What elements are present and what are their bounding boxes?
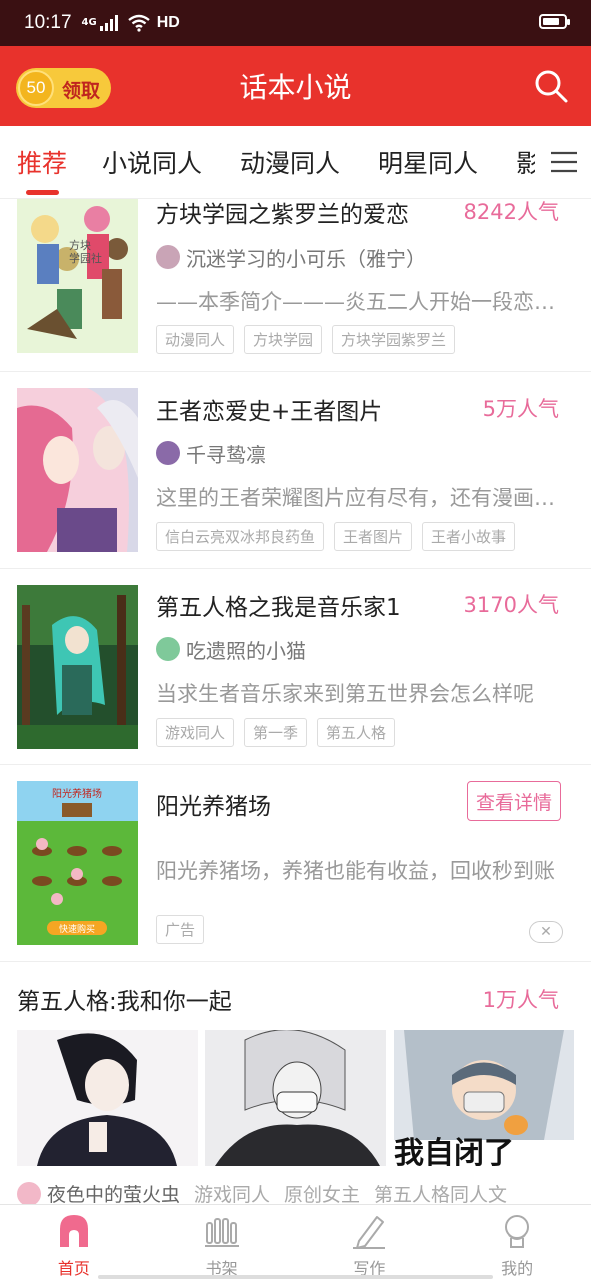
hd-indicator: HD [156, 14, 180, 31]
book-description: 这里的王者荣耀图片应有尽有，还有漫画故事 [156, 486, 561, 510]
tag[interactable]: 动漫同人 [156, 325, 235, 354]
status-time: 10:17 [24, 12, 72, 33]
nav-write[interactable]: 写作 [296, 1205, 444, 1281]
popularity-count: 3170人气 [463, 593, 559, 617]
author: 千寻鸷凛 [156, 440, 266, 467]
wifi-icon [127, 14, 150, 32]
book-title: 第五人格之我是音乐家1 [156, 595, 401, 621]
home-icon [59, 1215, 88, 1247]
ad-label: 广告 [156, 915, 205, 944]
book-description: ——本季简介———炎五二人开始一段恋情…… [156, 290, 561, 314]
ad-banner-text: 阳光养猪场 [52, 789, 102, 800]
profile-icon [505, 1215, 530, 1248]
tab-indicator [26, 190, 59, 195]
tag[interactable]: 方块学园 [244, 325, 323, 354]
tag-list: 信白云亮双冰邦良药鱼 王者图片 王者小故事 [156, 522, 516, 551]
nav-profile[interactable]: 我的 [443, 1205, 591, 1281]
book-cover [17, 585, 138, 749]
tag[interactable]: 游戏同人 [194, 1180, 270, 1207]
cover-caption: 方块 学园社 [69, 239, 102, 265]
popularity-count: 8242人气 [463, 200, 559, 224]
tag[interactable]: 第五人格同人文 [374, 1180, 507, 1207]
tag[interactable]: 游戏同人 [156, 718, 235, 747]
author: 吃遗照的小猫 [156, 636, 306, 663]
ad-description: 阳光养猪场，养猪也能有收益，回收秒到账 [156, 859, 555, 883]
category-tabs: 推荐 小说同人 动漫同人 明星同人 影视 [0, 126, 591, 199]
nav-bookshelf[interactable]: 书架 [148, 1205, 296, 1281]
search-icon[interactable] [533, 68, 569, 104]
featured-image-2[interactable] [205, 1030, 386, 1166]
signal-icon [99, 15, 118, 31]
ad-image: 阳光养猪场 快速购买 [17, 781, 138, 945]
tag[interactable]: 方块学园紫罗兰 [332, 325, 456, 354]
nav-home[interactable]: 首页 [0, 1205, 148, 1281]
bottom-navigation: 首页 书架 写作 我的 [0, 1204, 591, 1281]
network-type: 4G [81, 17, 97, 28]
more-tabs-button[interactable] [535, 126, 591, 198]
featured-image-caption: 我自闭了 [394, 1136, 514, 1167]
list-item[interactable]: 第五人格之我是音乐家1 3170人气 吃遗照的小猫 当求生者音乐家来到第五世界会… [0, 569, 591, 765]
tag[interactable]: 第一季 [244, 718, 308, 747]
tab-anime-fanfic[interactable]: 动漫同人 [240, 144, 340, 180]
status-bar: 10:17 4G HD [0, 0, 591, 46]
tag-list: 广告 [156, 915, 205, 944]
list-item[interactable]: 王者恋爱史+王者图片 5万人气 千寻鸷凛 这里的王者荣耀图片应有尽有，还有漫画故… [0, 372, 591, 569]
avatar [156, 637, 180, 661]
book-title: 王者恋爱史+王者图片 [156, 399, 383, 425]
featured-title: 第五人格:我和你一起 [17, 989, 232, 1015]
tag[interactable]: 第五人格 [317, 718, 396, 747]
avatar [156, 245, 180, 269]
list-item[interactable]: 方块 学园社 方块学园之紫罗兰的爱恋 8242人气 沉迷学习的小可乐（雅宁） —… [0, 199, 591, 372]
author-name: 千寻鸷凛 [186, 442, 266, 467]
pencil-icon [353, 1216, 386, 1249]
home-indicator[interactable] [98, 1275, 493, 1279]
bookshelf-icon [204, 1218, 239, 1247]
popularity-count: 5万人气 [482, 397, 559, 421]
tag[interactable]: 王者图片 [334, 522, 413, 551]
tag-list: 游戏同人 第一季 第五人格 [156, 718, 396, 747]
ad-title: 阳光养猪场 [156, 794, 271, 820]
view-details-button[interactable]: 查看详情 [467, 781, 561, 821]
featured-meta: 夜色中的萤火虫 游戏同人 原创女主 第五人格同人文 [17, 1180, 507, 1207]
ad-item[interactable]: 阳光养猪场 快速购买 阳光养猪场 查看详情 阳光养猪场，养猪也能有收益，回收秒到… [0, 765, 591, 962]
author-name: 沉迷学习的小可乐（雅宁） [186, 246, 426, 271]
book-cover [17, 388, 138, 552]
featured-image-1[interactable] [17, 1030, 198, 1166]
featured-image-3[interactable]: 我自闭了 [394, 1030, 574, 1166]
tab-novel-fanfic[interactable]: 小说同人 [102, 144, 202, 180]
book-description: 当求生者音乐家来到第五世界会怎么样呢 [156, 682, 534, 706]
featured-author: 夜色中的萤火虫 [17, 1180, 180, 1207]
ad-close-button[interactable]: ✕ [529, 921, 563, 943]
app-header: 50 领取 话本小说 [0, 46, 591, 126]
battery-icon [539, 14, 570, 29]
page-title: 话本小说 [239, 71, 352, 104]
author: 沉迷学习的小可乐（雅宁） [156, 244, 426, 271]
menu-icon [551, 151, 577, 173]
tag[interactable]: 信白云亮双冰邦良药鱼 [156, 522, 325, 551]
close-icon: ✕ [540, 924, 552, 940]
author-name: 夜色中的萤火虫 [47, 1184, 181, 1206]
tag[interactable]: 原创女主 [284, 1180, 360, 1207]
tab-celebrity-fanfic[interactable]: 明星同人 [378, 144, 478, 180]
tag-list: 动漫同人 方块学园 方块学园紫罗兰 [156, 325, 456, 354]
game-buy-button-text: 快速购买 [58, 925, 95, 935]
tag[interactable]: 王者小故事 [422, 522, 516, 551]
book-title: 方块学园之紫罗兰的爱恋 [156, 202, 409, 228]
featured-popularity: 1万人气 [482, 988, 559, 1012]
author-name: 吃遗照的小猫 [186, 638, 306, 663]
avatar [17, 1181, 41, 1206]
book-cover: 方块 学园社 [17, 199, 138, 353]
avatar [156, 441, 180, 465]
tab-recommend[interactable]: 推荐 [17, 144, 67, 180]
